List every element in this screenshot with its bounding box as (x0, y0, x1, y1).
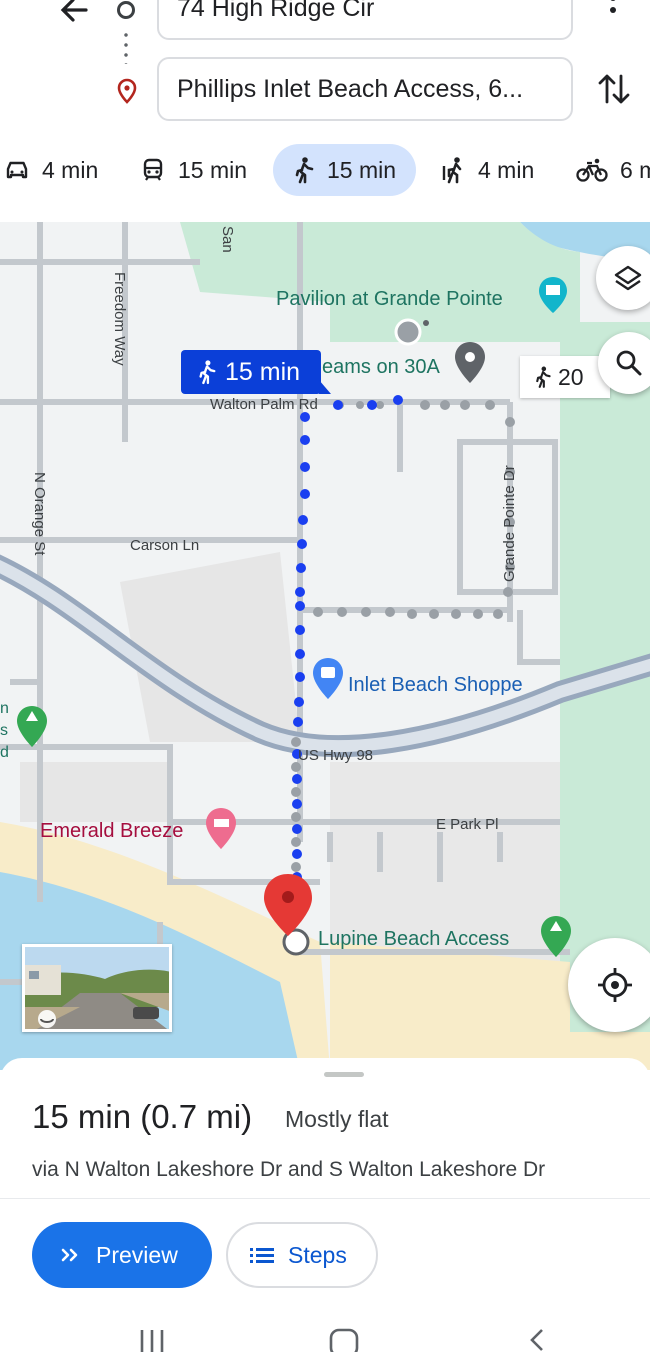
street-view-thumbnail[interactable] (22, 944, 172, 1032)
street-label-orange-st: N Orange St (31, 472, 48, 556)
bike-icon (576, 158, 608, 182)
poi-label-lupine[interactable]: Lupine Beach Access (318, 928, 509, 951)
crosshair-icon (598, 968, 632, 1002)
directions-header: 74 High Ridge Cir Phillips Inlet Beach A… (0, 0, 650, 222)
mode-label: 4 min (42, 156, 99, 183)
sheet-drag-handle[interactable] (324, 1072, 364, 1077)
steps-button[interactable]: Steps (226, 1222, 378, 1288)
poi-label-edge-3: d (0, 744, 9, 761)
sheet-divider (0, 1198, 650, 1199)
street-label-carson: Carson Ln (130, 537, 200, 554)
preview-button[interactable]: Preview (32, 1222, 212, 1288)
walk-icon (536, 366, 551, 388)
rideshare-icon (442, 157, 462, 184)
route-details-sheet: 15 min (0.7 mi) Mostly flat via N Walton… (0, 1058, 650, 1352)
layers-icon (614, 265, 642, 291)
street-label-walton-palm: Walton Palm Rd (210, 396, 318, 413)
alt-route-chip[interactable]: 20 (520, 356, 610, 398)
double-chevron-icon (61, 1248, 78, 1262)
street-label-e-park: E Park Pl (436, 816, 499, 833)
route-via: via N Walton Lakeshore Dr and S Walton L… (32, 1158, 546, 1181)
street-label-freedom-way: Freedom Way (111, 272, 128, 366)
poi-label-dreams[interactable]: eams on 30A (322, 356, 440, 379)
home-icon[interactable] (329, 1328, 359, 1352)
destination-pin-icon (115, 78, 139, 104)
street-label-san: San (219, 226, 236, 253)
alt-route-label: 20 (558, 363, 584, 390)
street-label-us-hwy-98: US Hwy 98 (298, 747, 374, 764)
route-time-label: 15 min (225, 357, 301, 386)
poi-label-edge-2: s (0, 722, 8, 739)
poi-label-pavilion[interactable]: Pavilion at Grande Pointe (276, 288, 503, 311)
swap-icon[interactable] (596, 70, 632, 108)
travel-mode-tabs: 4 min 15 min 15 min 4 min 6 m (0, 144, 650, 198)
search-icon (616, 350, 642, 376)
map-view[interactable]: Walton Palm Rd Carson Ln US Hwy 98 E Par… (0, 222, 650, 1070)
mode-label: 4 min (478, 156, 535, 183)
car-icon (6, 161, 28, 179)
poi-label-edge-1: n (0, 700, 9, 717)
list-icon (250, 1248, 274, 1263)
origin-input[interactable]: 74 High Ridge Cir (157, 0, 573, 40)
mode-label: 15 min (178, 156, 248, 183)
mode-tab-transit[interactable]: 15 min (140, 144, 247, 196)
mode-tab-walk[interactable]: 15 min (273, 144, 417, 196)
steps-label: Steps (288, 1241, 347, 1268)
street-label-grande-pointe: Grande Pointe Dr (501, 465, 518, 582)
poi-label-inlet-shoppe[interactable]: Inlet Beach Shoppe (348, 674, 523, 697)
mode-label: 15 min (327, 156, 397, 183)
back-nav-icon[interactable] (530, 1329, 543, 1351)
destination-input[interactable]: Phillips Inlet Beach Access, 6... (157, 57, 573, 121)
route-duration: 15 min (0.7 mi) (32, 1098, 253, 1135)
route-time-chip[interactable]: 15 min (181, 350, 331, 394)
more-options-icon[interactable] (600, 0, 626, 24)
system-nav-bar (0, 1318, 650, 1352)
walk-icon (199, 360, 216, 385)
preview-label: Preview (96, 1241, 178, 1268)
recents-icon[interactable] (140, 1330, 164, 1352)
mode-label: 6 m (620, 156, 650, 183)
mode-tab-bike[interactable]: 6 m (576, 144, 650, 196)
route-terrain: Mostly flat (285, 1106, 389, 1132)
mode-tab-drive[interactable]: 4 min (4, 144, 98, 196)
mode-tab-rideshare[interactable]: 4 min (440, 144, 534, 196)
origin-circle-icon (117, 1, 135, 19)
route-connector-dots (124, 30, 128, 64)
transit-icon (143, 158, 163, 181)
back-arrow-icon[interactable] (56, 0, 92, 28)
poi-label-emerald-breeze[interactable]: Emerald Breeze (40, 820, 183, 843)
walk-icon (295, 157, 314, 184)
